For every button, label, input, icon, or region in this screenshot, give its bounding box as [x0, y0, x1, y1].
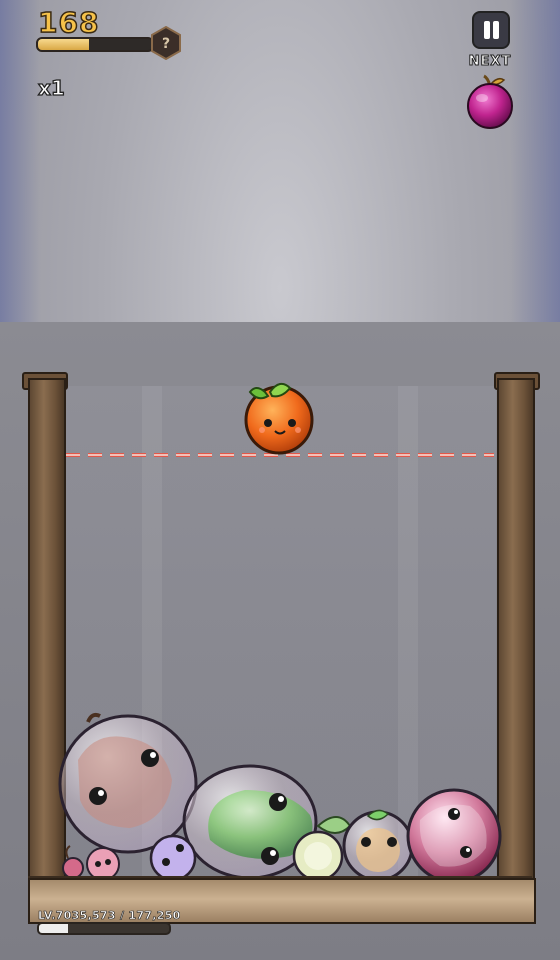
- level-progress-bar: [37, 922, 171, 935]
- fruit-peach: [58, 712, 198, 854]
- fruit-mandarin: [342, 809, 414, 882]
- level-progress-fill: [39, 924, 68, 933]
- fruit-grape: [149, 834, 197, 882]
- current-fruit-orange[interactable]: [244, 382, 314, 455]
- fruit-apple: [406, 788, 502, 884]
- fruit-lime: [292, 830, 344, 882]
- fruit-cherry: [62, 845, 84, 879]
- fruit-scene: [58, 382, 502, 884]
- level-progress-text: LV.7035,573 / 177,250: [38, 909, 181, 923]
